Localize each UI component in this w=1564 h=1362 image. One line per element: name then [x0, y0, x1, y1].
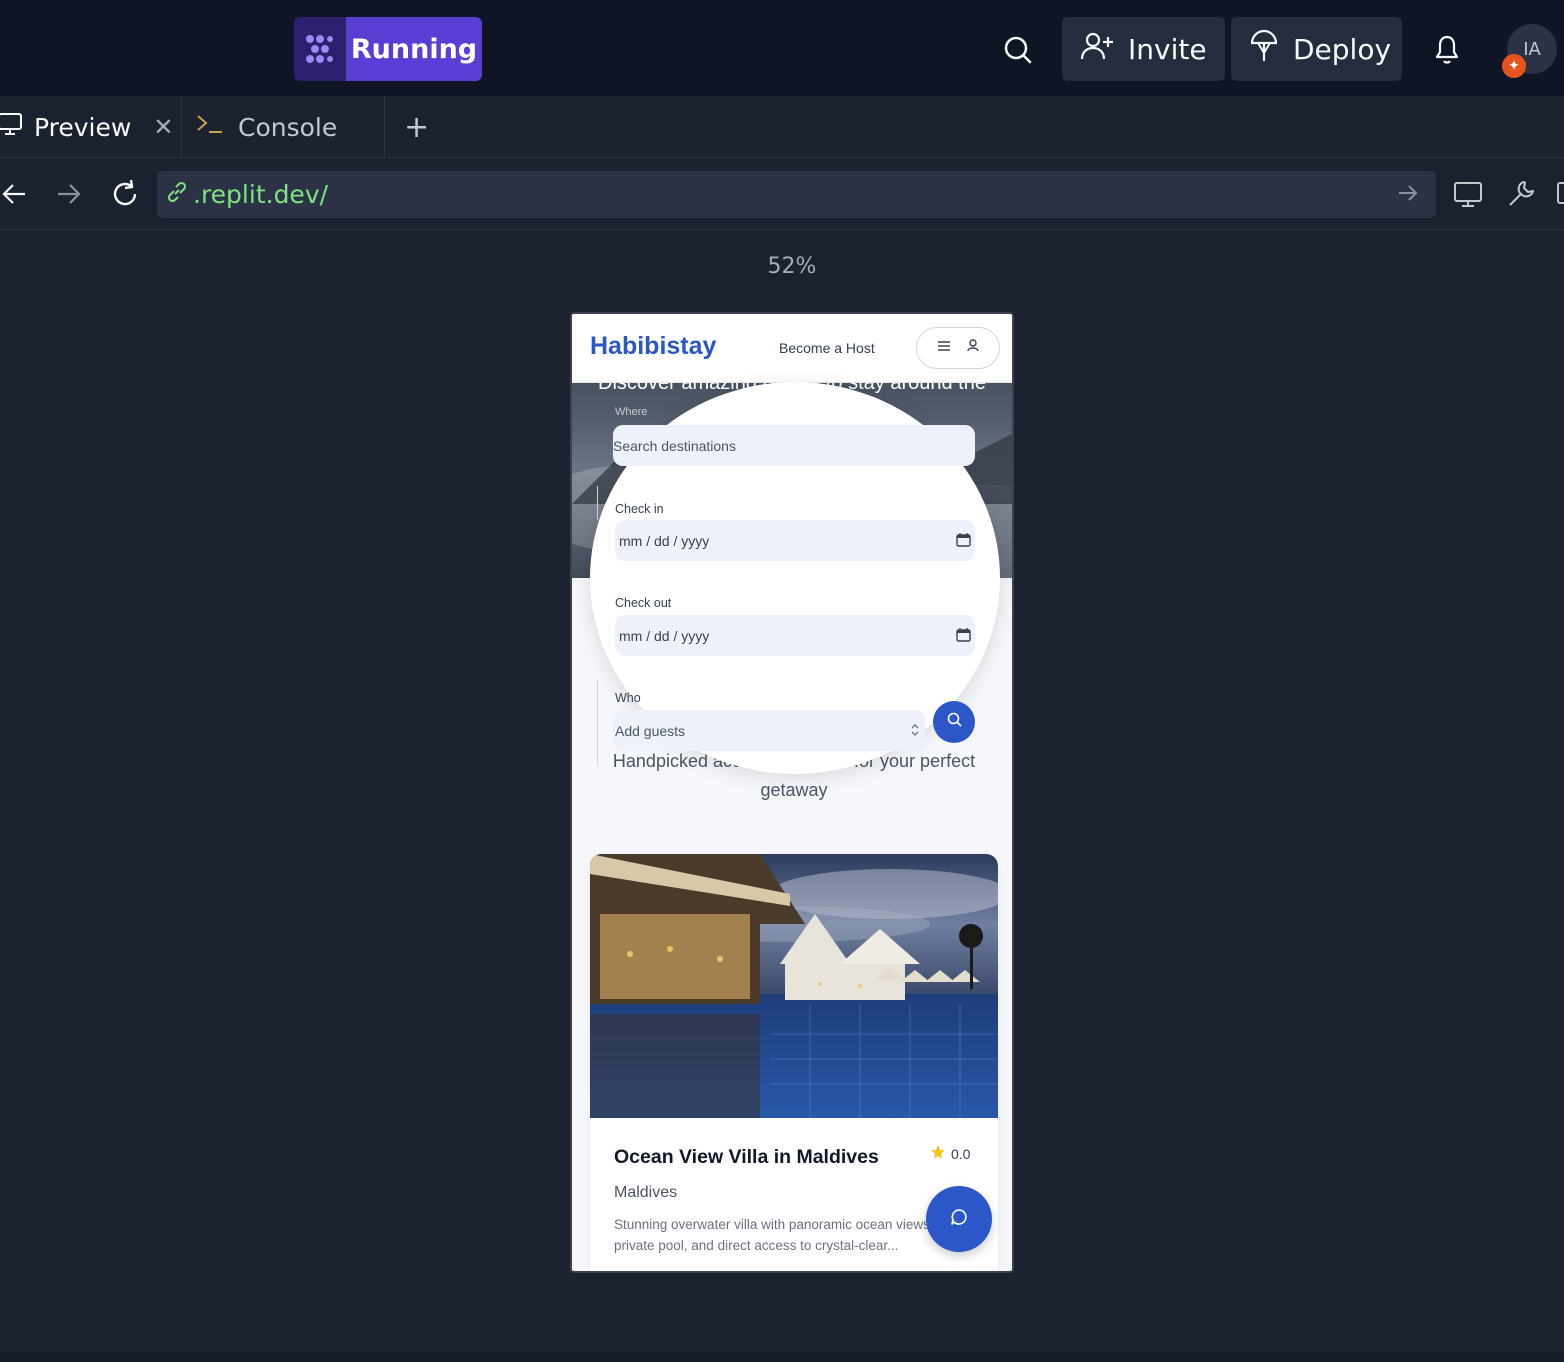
replit-logo-icon: [294, 17, 346, 81]
listing-title[interactable]: Ocean View Villa in Maldives: [614, 1146, 879, 1169]
listing-rating: 0.0: [930, 1144, 970, 1163]
add-user-icon: [1080, 31, 1114, 68]
calendar-icon[interactable]: [956, 627, 971, 645]
listing-description: Stunning overwater villa with panoramic …: [614, 1217, 934, 1253]
search-icon[interactable]: [1000, 32, 1036, 68]
go-arrow-icon[interactable]: [1396, 181, 1420, 211]
deploy-button[interactable]: Deploy: [1231, 17, 1402, 81]
panel-tabs: Preview ✕ Console +: [0, 96, 1564, 158]
forward-icon[interactable]: [55, 180, 83, 208]
where-label: Where: [615, 406, 648, 418]
divider: [597, 486, 598, 520]
checkout-date-value: mm / dd / yyyy: [619, 627, 710, 644]
new-tab-button[interactable]: +: [404, 96, 434, 158]
destination-input[interactable]: Search destinations: [613, 425, 975, 466]
chat-button[interactable]: [926, 1186, 992, 1252]
workspace-topbar: Running Invite Deploy IA ✦: [0, 0, 1564, 96]
reload-icon[interactable]: [109, 178, 141, 210]
user-icon: [967, 339, 979, 357]
tab-console-label: Console: [238, 112, 338, 142]
tab-divider: [181, 96, 182, 158]
device-icon[interactable]: [1452, 178, 1484, 210]
guests-select[interactable]: Add guests: [613, 710, 925, 751]
checkin-date-value: mm / dd / yyyy: [619, 532, 710, 549]
deploy-label: Deploy: [1293, 32, 1392, 66]
checkin-label: Check in: [615, 502, 664, 516]
stepper-icon[interactable]: [909, 721, 921, 742]
subtitle-line: getaway: [760, 780, 828, 800]
hamburger-icon: [937, 339, 951, 357]
tab-divider: [384, 96, 385, 158]
invite-label: Invite: [1128, 32, 1207, 66]
search-submit-button[interactable]: [933, 701, 975, 743]
rating-value: 0.0: [951, 1145, 971, 1162]
search-icon: [947, 712, 962, 732]
run-status-button[interactable]: Running: [294, 17, 482, 81]
url-bar[interactable]: .replit.dev/: [157, 171, 1436, 218]
mobile-preview: Discover amazing places to stay around t…: [570, 312, 1014, 1273]
checkin-date-input[interactable]: mm / dd / yyyy: [615, 520, 975, 561]
status-strip: [0, 1352, 1564, 1362]
terminal-icon: [196, 112, 224, 142]
external-icon[interactable]: [1556, 180, 1564, 208]
close-icon[interactable]: ✕: [153, 113, 173, 141]
spark-badge-icon: ✦: [1502, 54, 1526, 78]
checkout-date-input[interactable]: mm / dd / yyyy: [615, 615, 975, 656]
checkout-label: Check out: [615, 596, 672, 610]
user-menu-button[interactable]: [916, 327, 1000, 369]
zoom-level: 52%: [767, 254, 817, 279]
guests-select-value: Add guests: [615, 722, 686, 739]
link-icon: [165, 180, 189, 210]
app-header: Habibistay Become a Host: [572, 314, 1012, 382]
back-icon[interactable]: [0, 180, 28, 208]
tab-preview[interactable]: Preview ✕: [0, 96, 180, 158]
brand-logo[interactable]: Habibistay: [590, 332, 716, 361]
wrench-icon[interactable]: [1505, 178, 1537, 210]
preview-navbar: .replit.dev/: [0, 158, 1564, 230]
tab-console[interactable]: Console: [196, 96, 384, 158]
deploy-icon: [1249, 29, 1279, 70]
url-text: .replit.dev/: [193, 180, 329, 209]
star-icon: [930, 1144, 946, 1163]
plus-icon: +: [404, 109, 430, 145]
invite-button[interactable]: Invite: [1062, 17, 1225, 81]
bell-icon[interactable]: [1430, 32, 1464, 66]
chat-bubble-icon: [950, 1208, 968, 1231]
tab-preview-label: Preview: [34, 112, 132, 142]
who-label: Who: [615, 691, 641, 705]
run-status-label: Running: [346, 17, 482, 81]
monitor-icon: [0, 111, 24, 143]
calendar-icon[interactable]: [956, 532, 971, 550]
become-host-link[interactable]: Become a Host: [779, 340, 875, 356]
listing-photo: [590, 854, 998, 1118]
listing-location: Maldives: [614, 1184, 678, 1201]
